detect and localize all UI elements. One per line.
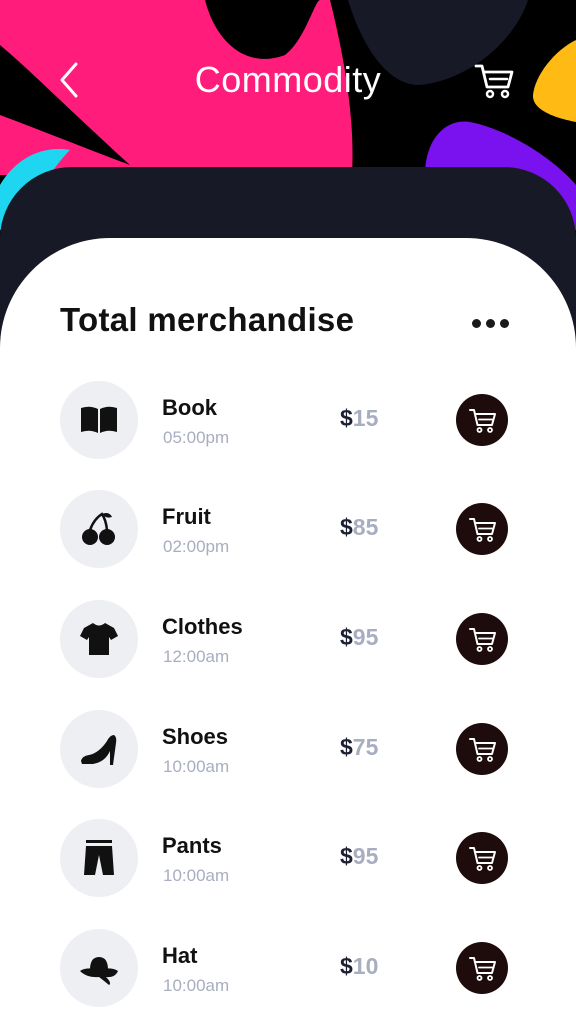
list-item[interactable]: Fruit 02:00pm $85	[0, 490, 576, 600]
item-icon-circle	[60, 381, 138, 459]
item-name: Hat	[162, 943, 198, 968]
list-item[interactable]: Shoes 10:00am $75	[0, 710, 576, 820]
price-amount: 75	[352, 734, 379, 760]
item-time: 12:00am	[163, 647, 230, 666]
list-item[interactable]: Book 05:00pm $15	[0, 381, 576, 491]
list-item[interactable]: Hat 10:00am $10	[0, 929, 576, 1024]
more-dots-icon	[472, 319, 481, 328]
item-name: Clothes	[162, 614, 243, 639]
cart-button[interactable]	[472, 60, 516, 100]
more-options-button[interactable]	[468, 312, 512, 336]
item-name: Book	[162, 395, 217, 420]
item-time: 10:00am	[163, 757, 230, 776]
item-price: $75	[340, 734, 378, 761]
item-time: 10:00am	[163, 866, 230, 885]
price-amount: 15	[352, 405, 379, 431]
add-to-cart-button[interactable]	[456, 942, 508, 994]
hat-icon	[80, 957, 118, 985]
add-to-cart-button[interactable]	[456, 832, 508, 884]
list-item[interactable]: Pants 10:00am $95	[0, 819, 576, 929]
currency-symbol: $	[340, 405, 353, 431]
item-time: 02:00pm	[163, 537, 230, 556]
more-dots-icon	[486, 319, 495, 328]
item-name: Shoes	[162, 724, 229, 749]
book-icon	[81, 406, 117, 433]
currency-symbol: $	[340, 953, 353, 979]
shopping-cart-icon	[474, 64, 514, 99]
add-to-cart-button[interactable]	[456, 394, 508, 446]
add-to-cart-button[interactable]	[456, 613, 508, 665]
shopping-cart-icon	[469, 628, 496, 652]
item-icon-circle	[60, 819, 138, 897]
cherry-icon	[82, 512, 115, 545]
top-bar: Commodity	[0, 50, 576, 110]
chevron-left-icon	[60, 62, 78, 98]
shopping-cart-icon	[469, 738, 496, 762]
currency-symbol: $	[340, 843, 353, 869]
currency-symbol: $	[340, 514, 353, 540]
item-icon-circle	[60, 710, 138, 788]
add-to-cart-button[interactable]	[456, 503, 508, 555]
back-button[interactable]	[50, 58, 90, 102]
price-amount: 95	[352, 843, 379, 869]
high-heel-icon	[81, 735, 117, 765]
currency-symbol: $	[340, 624, 353, 650]
more-dots-icon	[500, 319, 509, 328]
section-title: Total merchandise	[60, 301, 355, 338]
add-to-cart-button[interactable]	[456, 723, 508, 775]
price-amount: 95	[352, 624, 379, 650]
item-price: $95	[340, 843, 378, 870]
item-icon-circle	[60, 490, 138, 568]
currency-symbol: $	[340, 734, 353, 760]
item-icon-circle	[60, 929, 138, 1007]
pants-icon	[84, 840, 114, 875]
app-screen: Commodity Total merchandise Book 05:00pm	[0, 0, 576, 1024]
shopping-cart-icon	[469, 518, 496, 542]
item-time: 10:00am	[163, 976, 230, 995]
item-time: 05:00pm	[163, 428, 230, 447]
tshirt-icon	[80, 623, 118, 655]
item-price: $95	[340, 624, 378, 651]
shopping-cart-icon	[469, 847, 496, 871]
item-price: $15	[340, 405, 378, 432]
item-price: $85	[340, 514, 378, 541]
price-amount: 10	[352, 953, 379, 979]
item-name: Fruit	[162, 504, 211, 529]
shopping-cart-icon	[469, 409, 496, 433]
item-icon-circle	[60, 600, 138, 678]
shopping-cart-icon	[469, 957, 496, 981]
list-item[interactable]: Clothes 12:00am $95	[0, 600, 576, 710]
item-name: Pants	[162, 833, 222, 858]
item-price: $10	[340, 953, 378, 980]
price-amount: 85	[352, 514, 379, 540]
